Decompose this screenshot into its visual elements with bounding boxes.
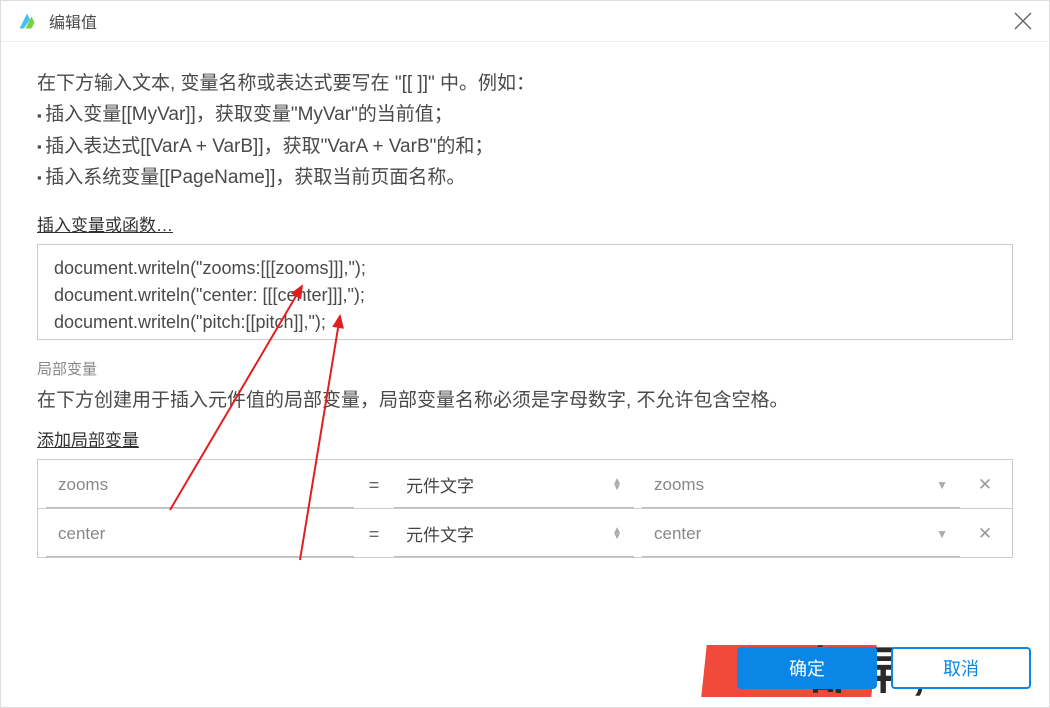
local-variable-row: center = 元件文字 ▲▼ center ▼ ✕	[38, 508, 1012, 557]
cancel-button[interactable]: 取消	[891, 647, 1031, 689]
editor-line: document.writeln("zooms:[[[zooms]]],");	[54, 255, 996, 282]
insert-variable-link[interactable]: 插入变量或函数…	[37, 211, 173, 236]
variable-type-value: 元件文字	[406, 521, 474, 546]
delete-row-button[interactable]: ✕	[960, 509, 1010, 557]
variable-target-select[interactable]: zooms ▼	[642, 460, 960, 508]
chevron-down-icon: ▼	[936, 527, 948, 541]
titlebar: 编辑值	[1, 1, 1049, 42]
instructions-line: 在下方输入文本, 变量名称或表达式要写在 "[[ ]]" 中。例如：	[37, 68, 1013, 99]
stepper-icon: ▲▼	[612, 479, 622, 491]
variable-target-select[interactable]: center ▼	[642, 509, 960, 557]
variable-name-input[interactable]: center	[46, 509, 354, 557]
instructions-bullet: 插入表达式[[VarA + VarB]]，获取"VarA + VarB"的和；	[37, 131, 1013, 162]
instructions-bullet: 插入系统变量[[PageName]]，获取当前页面名称。	[37, 162, 1013, 193]
dialog-content: 在下方输入文本, 变量名称或表达式要写在 "[[ ]]" 中。例如： 插入变量[…	[1, 42, 1049, 637]
add-local-variable-link[interactable]: 添加局部变量	[37, 426, 139, 451]
local-vars-label: 局部变量	[37, 358, 1013, 379]
stepper-icon: ▲▼	[612, 528, 622, 540]
instructions-text: 在下方输入文本, 变量名称或表达式要写在 "[[ ]]" 中。例如： 插入变量[…	[37, 68, 1013, 193]
equals-label: =	[354, 509, 394, 557]
axure-logo-icon	[15, 9, 39, 33]
variable-type-value: 元件文字	[406, 472, 474, 497]
close-icon[interactable]	[1011, 9, 1035, 33]
variable-target-value: zooms	[654, 475, 704, 495]
edit-value-dialog: 编辑值 在下方输入文本, 变量名称或表达式要写在 "[[ ]]" 中。例如： 插…	[0, 0, 1050, 708]
ok-button[interactable]: 确定	[737, 647, 877, 689]
local-vars-desc: 在下方创建用于插入元件值的局部变量，局部变量名称必须是字母数字, 不允许包含空格…	[37, 385, 1013, 412]
dialog-footer: 都早; 确定 取消	[1, 637, 1049, 707]
editor-line: document.writeln("pitchEnable:[[pitchEna…	[54, 336, 996, 340]
close-icon: ✕	[978, 524, 992, 544]
variable-target-value: center	[654, 524, 701, 544]
instructions-bullet: 插入变量[[MyVar]]，获取变量"MyVar"的当前值；	[37, 99, 1013, 130]
close-icon: ✕	[978, 475, 992, 495]
variable-name-input[interactable]: zooms	[46, 460, 354, 508]
delete-row-button[interactable]: ✕	[960, 460, 1010, 508]
editor-line: document.writeln("center: [[[center]]],"…	[54, 282, 996, 309]
local-variables-table: zooms = 元件文字 ▲▼ zooms ▼ ✕ center = 元件文字	[37, 459, 1013, 558]
local-variable-row: zooms = 元件文字 ▲▼ zooms ▼ ✕	[38, 459, 1012, 508]
dialog-title: 编辑值	[49, 9, 1011, 33]
variable-type-select[interactable]: 元件文字 ▲▼	[394, 460, 634, 508]
variable-type-select[interactable]: 元件文字 ▲▼	[394, 509, 634, 557]
equals-label: =	[354, 460, 394, 508]
chevron-down-icon: ▼	[936, 478, 948, 492]
expression-editor[interactable]: document.writeln("zooms:[[[zooms]]],"); …	[37, 244, 1013, 340]
editor-line: document.writeln("pitch:[[pitch]],");	[54, 309, 996, 336]
